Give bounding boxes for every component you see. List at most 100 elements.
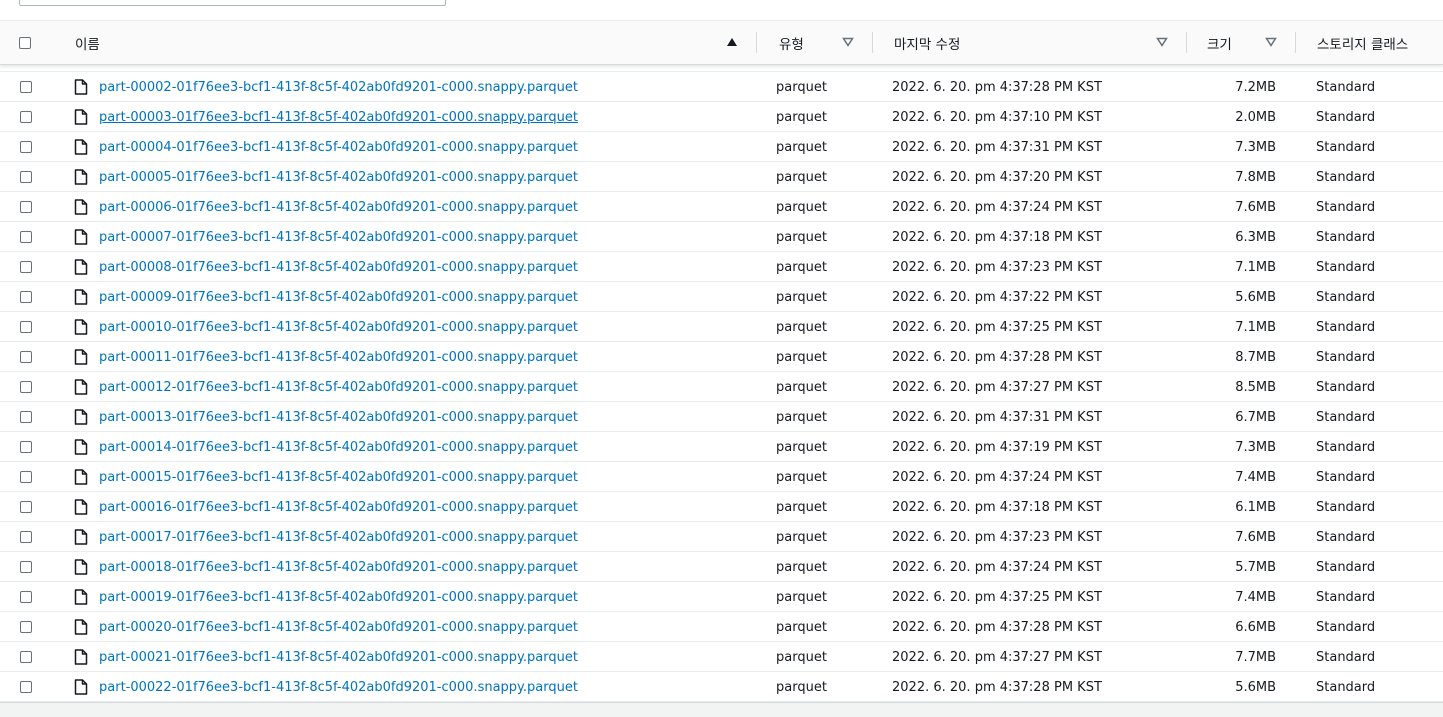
file-name-link[interactable]: part-00016-01f76ee3-bcf1-413f-8c5f-402ab…	[99, 492, 578, 522]
row-checkbox[interactable]	[20, 291, 32, 303]
table-row[interactable]: part-00003-01f76ee3-bcf1-413f-8c5f-402ab…	[0, 102, 1443, 132]
row-checkbox[interactable]	[20, 411, 32, 423]
last-modified: 2022. 6. 20. pm 4:37:28 PM KST	[892, 349, 1102, 365]
column-header-size[interactable]: 크기	[1207, 21, 1232, 64]
file-name-link[interactable]: part-00020-01f76ee3-bcf1-413f-8c5f-402ab…	[99, 612, 578, 642]
table-row[interactable]: part-00004-01f76ee3-bcf1-413f-8c5f-402ab…	[0, 132, 1443, 162]
file-name-link[interactable]: part-00007-01f76ee3-bcf1-413f-8c5f-402ab…	[99, 222, 578, 252]
file-type: parquet	[776, 199, 827, 215]
row-checkbox-cell	[20, 582, 32, 612]
file-icon	[74, 379, 88, 395]
file-type: parquet	[776, 499, 827, 515]
file-name-link[interactable]: part-00002-01f76ee3-bcf1-413f-8c5f-402ab…	[99, 72, 578, 102]
table-row[interactable]: part-00015-01f76ee3-bcf1-413f-8c5f-402ab…	[0, 462, 1443, 492]
file-name-link[interactable]: part-00003-01f76ee3-bcf1-413f-8c5f-402ab…	[99, 102, 578, 132]
table-row[interactable]: part-00009-01f76ee3-bcf1-413f-8c5f-402ab…	[0, 282, 1443, 312]
row-checkbox[interactable]	[20, 231, 32, 243]
file-name-link[interactable]: part-00008-01f76ee3-bcf1-413f-8c5f-402ab…	[99, 252, 578, 282]
row-checkbox[interactable]	[20, 141, 32, 153]
file-name-link[interactable]: part-00006-01f76ee3-bcf1-413f-8c5f-402ab…	[99, 192, 578, 222]
row-checkbox[interactable]	[20, 501, 32, 513]
file-name-link[interactable]: part-00009-01f76ee3-bcf1-413f-8c5f-402ab…	[99, 282, 578, 312]
file-size: 5.6MB	[1235, 679, 1276, 695]
row-checkbox[interactable]	[20, 381, 32, 393]
search-input[interactable]	[19, 0, 446, 6]
table-row[interactable]: part-00017-01f76ee3-bcf1-413f-8c5f-402ab…	[0, 522, 1443, 552]
row-checkbox[interactable]	[20, 471, 32, 483]
row-checkbox[interactable]	[20, 591, 32, 603]
last-modified: 2022. 6. 20. pm 4:37:18 PM KST	[892, 499, 1102, 515]
table-row[interactable]: part-00021-01f76ee3-bcf1-413f-8c5f-402ab…	[0, 642, 1443, 672]
row-checkbox[interactable]	[20, 351, 32, 363]
row-checkbox-cell	[20, 132, 32, 162]
file-size: 2.0MB	[1235, 109, 1276, 125]
file-name-link[interactable]: part-00021-01f76ee3-bcf1-413f-8c5f-402ab…	[99, 642, 578, 672]
column-header-storage-class[interactable]: 스토리지 클래스	[1317, 21, 1408, 64]
column-divider[interactable]	[1295, 32, 1296, 53]
column-header-name[interactable]: 이름	[75, 21, 100, 64]
row-checkbox[interactable]	[20, 441, 32, 453]
file-name-link[interactable]: part-00017-01f76ee3-bcf1-413f-8c5f-402ab…	[99, 522, 578, 552]
column-label-type: 유형	[779, 36, 804, 53]
last-modified: 2022. 6. 20. pm 4:37:23 PM KST	[892, 529, 1102, 545]
column-header-type[interactable]: 유형	[779, 21, 804, 64]
row-checkbox[interactable]	[20, 261, 32, 273]
table-row[interactable]: part-00019-01f76ee3-bcf1-413f-8c5f-402ab…	[0, 582, 1443, 612]
search-strip	[0, 0, 1443, 20]
row-checkbox[interactable]	[20, 81, 32, 93]
last-modified: 2022. 6. 20. pm 4:37:28 PM KST	[892, 619, 1102, 635]
column-divider[interactable]	[872, 32, 873, 53]
file-name-link[interactable]: part-00010-01f76ee3-bcf1-413f-8c5f-402ab…	[99, 312, 578, 342]
column-header-modified[interactable]: 마지막 수정	[894, 21, 960, 64]
file-type: parquet	[776, 319, 827, 335]
row-checkbox-cell	[20, 432, 32, 462]
row-checkbox[interactable]	[20, 321, 32, 333]
file-name-link[interactable]: part-00011-01f76ee3-bcf1-413f-8c5f-402ab…	[99, 342, 578, 372]
file-name-link[interactable]: part-00005-01f76ee3-bcf1-413f-8c5f-402ab…	[99, 162, 578, 192]
table-row[interactable]: part-00016-01f76ee3-bcf1-413f-8c5f-402ab…	[0, 492, 1443, 522]
file-name-link[interactable]: part-00022-01f76ee3-bcf1-413f-8c5f-402ab…	[99, 672, 578, 702]
caret-down-outline-icon[interactable]	[842, 36, 854, 48]
table-row[interactable]: part-00007-01f76ee3-bcf1-413f-8c5f-402ab…	[0, 222, 1443, 252]
row-checkbox[interactable]	[20, 621, 32, 633]
column-divider[interactable]	[756, 32, 757, 53]
select-all-checkbox[interactable]	[19, 36, 31, 49]
table-row[interactable]: part-00011-01f76ee3-bcf1-413f-8c5f-402ab…	[0, 342, 1443, 372]
table-row[interactable]: part-00010-01f76ee3-bcf1-413f-8c5f-402ab…	[0, 312, 1443, 342]
caret-up-icon[interactable]	[726, 36, 738, 48]
last-modified: 2022. 6. 20. pm 4:37:28 PM KST	[892, 79, 1102, 95]
row-checkbox[interactable]	[20, 681, 32, 693]
table-row[interactable]: part-00008-01f76ee3-bcf1-413f-8c5f-402ab…	[0, 252, 1443, 282]
file-name-link[interactable]: part-00018-01f76ee3-bcf1-413f-8c5f-402ab…	[99, 552, 578, 582]
storage-class: Standard	[1316, 679, 1376, 695]
table-row[interactable]: part-00002-01f76ee3-bcf1-413f-8c5f-402ab…	[0, 72, 1443, 102]
last-modified: 2022. 6. 20. pm 4:37:24 PM KST	[892, 559, 1102, 575]
table-row[interactable]: part-00020-01f76ee3-bcf1-413f-8c5f-402ab…	[0, 612, 1443, 642]
file-name-link[interactable]: part-00014-01f76ee3-bcf1-413f-8c5f-402ab…	[99, 432, 578, 462]
table-row[interactable]: part-00022-01f76ee3-bcf1-413f-8c5f-402ab…	[0, 672, 1443, 702]
file-name-link[interactable]: part-00004-01f76ee3-bcf1-413f-8c5f-402ab…	[99, 132, 578, 162]
file-name-link[interactable]: part-00015-01f76ee3-bcf1-413f-8c5f-402ab…	[99, 462, 578, 492]
table-row[interactable]: part-00005-01f76ee3-bcf1-413f-8c5f-402ab…	[0, 162, 1443, 192]
table-row[interactable]: part-00014-01f76ee3-bcf1-413f-8c5f-402ab…	[0, 432, 1443, 462]
file-type: parquet	[776, 259, 827, 275]
row-checkbox[interactable]	[20, 111, 32, 123]
file-name-link[interactable]: part-00019-01f76ee3-bcf1-413f-8c5f-402ab…	[99, 582, 578, 612]
storage-class: Standard	[1316, 589, 1376, 605]
table-row[interactable]: part-00012-01f76ee3-bcf1-413f-8c5f-402ab…	[0, 372, 1443, 402]
column-divider[interactable]	[1186, 32, 1187, 53]
table-row[interactable]: part-00018-01f76ee3-bcf1-413f-8c5f-402ab…	[0, 552, 1443, 582]
row-checkbox[interactable]	[20, 201, 32, 213]
row-checkbox[interactable]	[20, 561, 32, 573]
row-checkbox[interactable]	[20, 651, 32, 663]
last-modified: 2022. 6. 20. pm 4:37:31 PM KST	[892, 139, 1102, 155]
file-name-link[interactable]: part-00013-01f76ee3-bcf1-413f-8c5f-402ab…	[99, 402, 578, 432]
horizontal-scrollbar[interactable]	[0, 702, 1443, 717]
caret-down-outline-icon[interactable]	[1156, 36, 1168, 48]
row-checkbox[interactable]	[20, 171, 32, 183]
table-row[interactable]: part-00013-01f76ee3-bcf1-413f-8c5f-402ab…	[0, 402, 1443, 432]
file-name-link[interactable]: part-00012-01f76ee3-bcf1-413f-8c5f-402ab…	[99, 372, 578, 402]
row-checkbox[interactable]	[20, 531, 32, 543]
caret-down-outline-icon[interactable]	[1265, 36, 1277, 48]
table-row[interactable]: part-00006-01f76ee3-bcf1-413f-8c5f-402ab…	[0, 192, 1443, 222]
